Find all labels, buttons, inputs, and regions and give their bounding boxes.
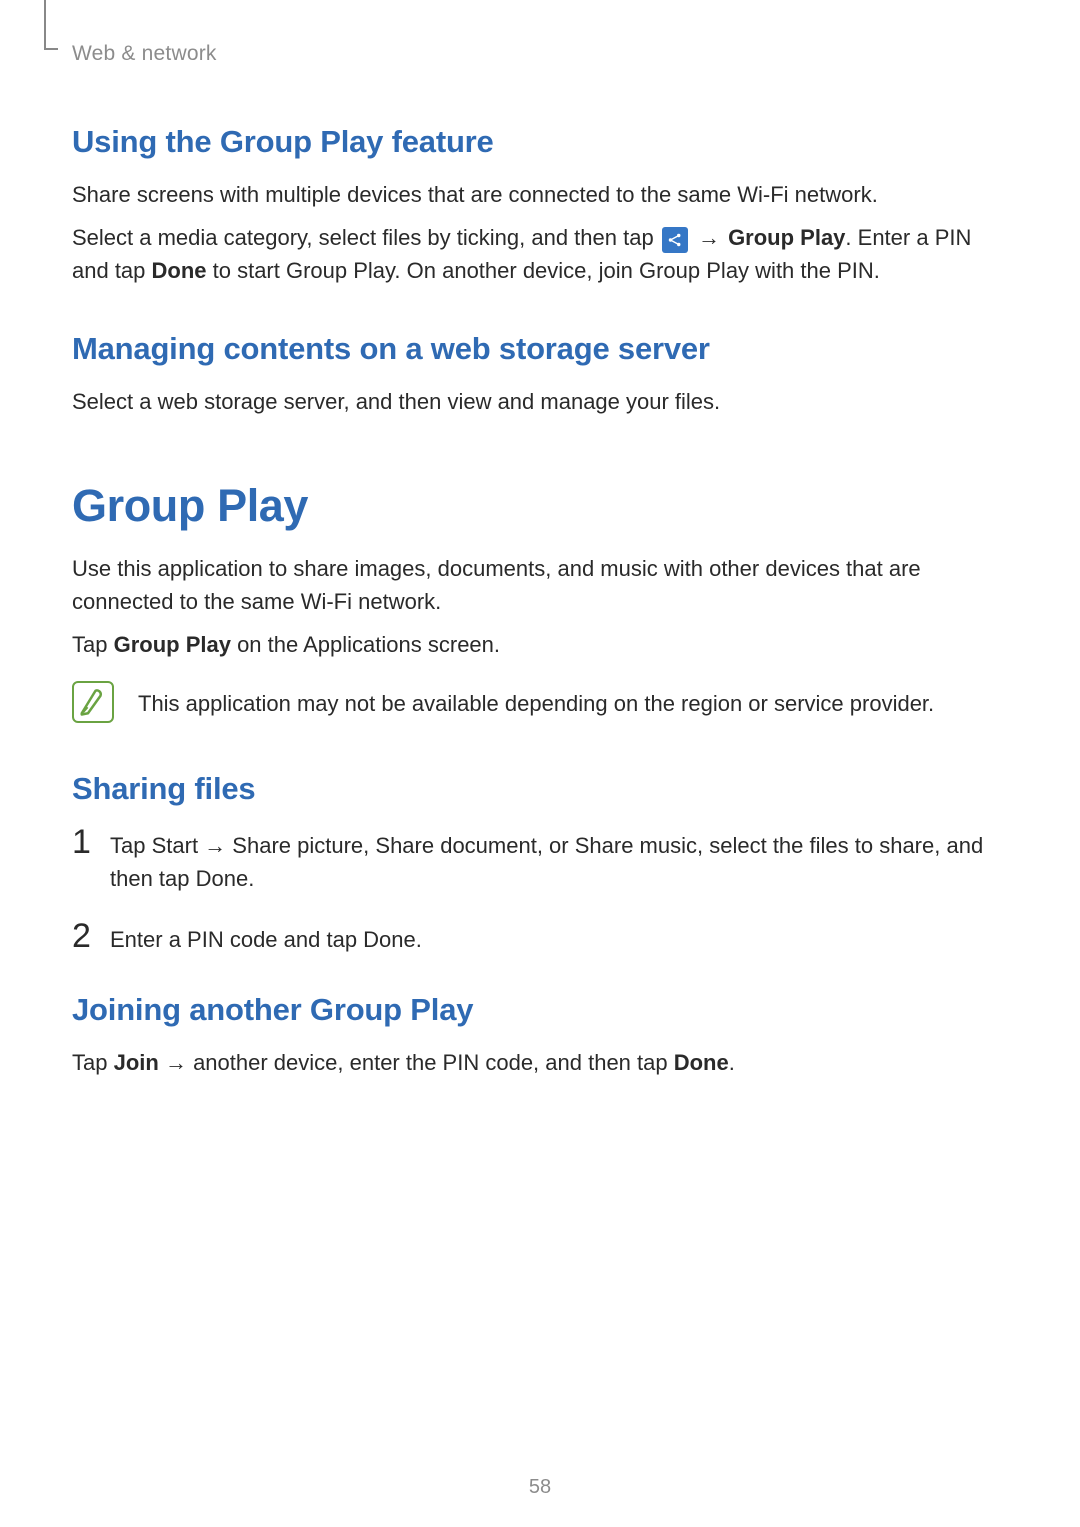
- step-number: 1: [72, 825, 94, 859]
- text-fragment: Enter a PIN code and tap: [110, 927, 363, 952]
- paragraph: Use this application to share images, do…: [72, 552, 1008, 618]
- list-item: 2 Enter a PIN code and tap Done.: [72, 919, 1008, 956]
- text-bold: Start: [152, 833, 198, 858]
- text-bold: Done: [363, 927, 416, 952]
- text-fragment: another device, enter the PIN code, and …: [193, 1050, 674, 1075]
- step-number: 2: [72, 919, 94, 953]
- note-block: This application may not be available de…: [72, 679, 1008, 723]
- list-item: 1 Tap Start → Share picture, Share docum…: [72, 825, 1008, 895]
- paragraph: Tap Join → another device, enter the PIN…: [72, 1046, 1008, 1079]
- text-fragment: .: [416, 927, 422, 952]
- text-bold: Share picture: [232, 833, 363, 858]
- text-bold: Done: [196, 866, 249, 891]
- share-icon: [662, 227, 688, 253]
- arrow-glyph: →: [698, 225, 720, 250]
- ordered-list: 1 Tap Start → Share picture, Share docum…: [72, 825, 1008, 956]
- thumb-index-marker: [44, 0, 58, 50]
- heading-sharing-files: Sharing files: [72, 771, 1008, 807]
- step-body: Enter a PIN code and tap Done.: [110, 919, 422, 956]
- text-bold: Group Play: [114, 632, 231, 657]
- text-fragment: →: [159, 1050, 193, 1075]
- text-fragment: , or: [537, 833, 575, 858]
- text-fragment: →: [198, 833, 232, 858]
- text-bold: Join: [114, 1050, 159, 1075]
- paragraph: Select a media category, select files by…: [72, 221, 1008, 287]
- note-text: This application may not be available de…: [138, 679, 934, 720]
- text-bold: Share music: [575, 833, 697, 858]
- text-bold: Share document: [375, 833, 536, 858]
- heading-using-group-play-feature: Using the Group Play feature: [72, 124, 1008, 160]
- text-bold: Group Play: [728, 225, 845, 250]
- step-body: Tap Start → Share picture, Share documen…: [110, 825, 1008, 895]
- text-fragment: Tap: [72, 1050, 114, 1075]
- text-fragment: to start Group Play. On another device, …: [207, 258, 880, 283]
- text-bold: Done: [152, 258, 207, 283]
- heading-joining-another-group-play: Joining another Group Play: [72, 992, 1008, 1028]
- text-bold: Done: [674, 1050, 729, 1075]
- text-fragment: Select a media category, select files by…: [72, 225, 660, 250]
- heading-managing-contents: Managing contents on a web storage serve…: [72, 331, 1008, 367]
- paragraph: Select a web storage server, and then vi…: [72, 385, 1008, 418]
- paragraph: Tap Group Play on the Applications scree…: [72, 628, 1008, 661]
- heading-group-play: Group Play: [72, 480, 1008, 532]
- text-fragment: Tap: [72, 632, 114, 657]
- note-icon: [72, 681, 114, 723]
- text-fragment: ,: [363, 833, 375, 858]
- page-container: Web & network Using the Group Play featu…: [0, 0, 1080, 1527]
- text-fragment: Tap: [110, 833, 152, 858]
- paragraph: Share screens with multiple devices that…: [72, 178, 1008, 211]
- page-number: 58: [0, 1476, 1080, 1499]
- text-fragment: .: [248, 866, 254, 891]
- text-fragment: on the Applications screen.: [231, 632, 500, 657]
- header-section-label: Web & network: [72, 42, 1008, 66]
- text-fragment: .: [729, 1050, 735, 1075]
